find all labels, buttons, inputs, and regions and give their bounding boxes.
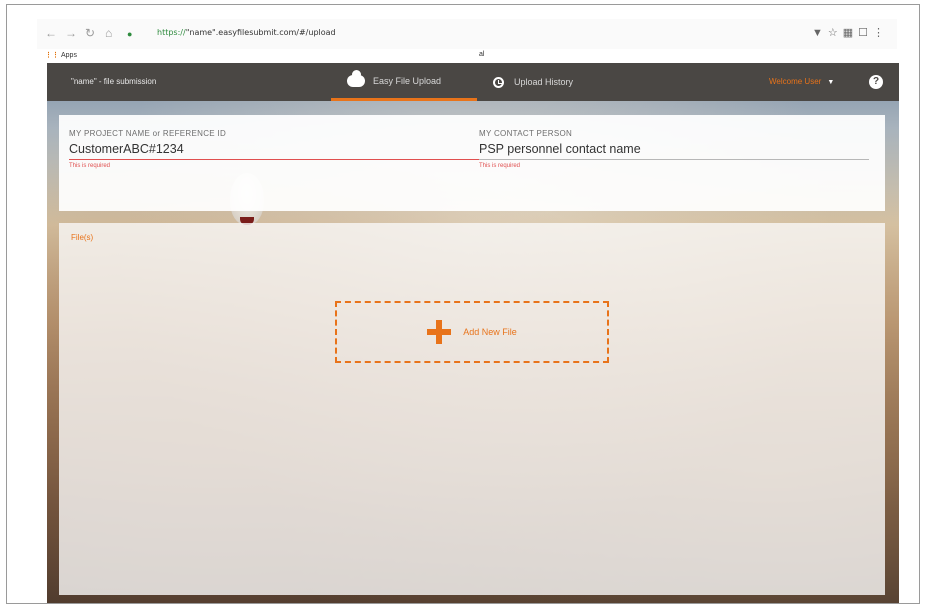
- app-viewport: "name" - file submission Easy File Uploa…: [47, 63, 899, 603]
- help-icon[interactable]: ?: [869, 75, 883, 89]
- contact-person-error: This is required: [479, 163, 521, 169]
- project-name-field: MY PROJECT NAME or REFERENCE ID This is …: [69, 129, 479, 169]
- project-name-error: This is required: [69, 163, 111, 169]
- bookmarks-bar: ⋮⋮ Apps al: [37, 49, 897, 63]
- user-menu-label: Welcome User: [769, 77, 822, 86]
- files-panel: File(s) Add New File: [59, 223, 885, 595]
- bookmark-apps-label: Apps: [61, 52, 77, 59]
- back-icon[interactable]: ←: [45, 27, 57, 39]
- app-header: "name" - file submission Easy File Uploa…: [47, 63, 899, 101]
- screenshot-frame: ← → ↻ ⌂ ● https://"name".easyfilesubmit.…: [6, 4, 920, 604]
- tab-upload-history-label: Upload History: [514, 77, 574, 87]
- project-name-label: MY PROJECT NAME or REFERENCE ID: [69, 129, 227, 138]
- app-title: "name" - file submission: [71, 77, 157, 86]
- add-new-file-label: Add New File: [463, 327, 517, 337]
- files-heading: File(s): [71, 233, 94, 242]
- reload-icon[interactable]: ↻: [85, 27, 95, 39]
- browser-extension-icons[interactable]: ▼☆▦☐⋮: [812, 26, 889, 39]
- url-protocol: https://: [157, 28, 186, 37]
- caret-down-icon: ▼: [827, 79, 835, 86]
- cloud-upload-icon: [347, 69, 365, 87]
- project-info-panel: MY PROJECT NAME or REFERENCE ID This is …: [59, 115, 885, 211]
- bookmark-apps[interactable]: ⋮⋮ Apps: [45, 51, 77, 59]
- home-icon[interactable]: ⌂: [105, 27, 112, 39]
- clock-icon: [493, 76, 504, 88]
- tab-easy-file-upload[interactable]: Easy File Upload: [331, 63, 477, 101]
- project-name-input[interactable]: [69, 142, 479, 160]
- lock-icon: ●: [127, 29, 133, 39]
- bookmark-item[interactable]: al: [479, 51, 484, 58]
- tab-easy-file-upload-label: Easy File Upload: [373, 75, 442, 86]
- plus-icon: [427, 320, 452, 344]
- contact-person-input[interactable]: [479, 142, 869, 160]
- apps-grid-icon: ⋮⋮: [45, 52, 59, 59]
- browser-toolbar: ← → ↻ ⌂ ● https://"name".easyfilesubmit.…: [37, 19, 897, 50]
- address-bar[interactable]: https://"name".easyfilesubmit.com/#/uplo…: [157, 28, 336, 37]
- user-menu[interactable]: Welcome User ▼: [769, 77, 834, 86]
- contact-person-label: MY CONTACT PERSON: [479, 129, 573, 138]
- add-new-file-button[interactable]: Add New File: [335, 301, 609, 363]
- tab-upload-history[interactable]: Upload History: [493, 63, 623, 101]
- url-path: "name".easyfilesubmit.com/#/upload: [185, 28, 336, 37]
- forward-icon[interactable]: →: [65, 27, 77, 39]
- contact-person-field: MY CONTACT PERSON This is required: [479, 129, 869, 169]
